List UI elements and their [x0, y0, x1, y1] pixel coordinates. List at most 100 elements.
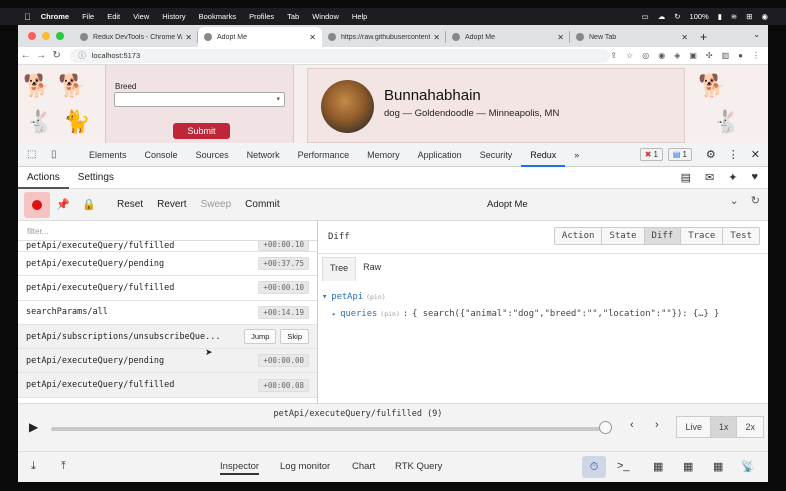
subtab-tree[interactable]: Tree — [322, 257, 357, 281]
tab-actions[interactable]: Actions — [18, 167, 69, 189]
close-devtools-icon[interactable]: ✕ — [751, 148, 760, 161]
pin-icon[interactable]: 📌 — [50, 198, 76, 211]
menu-profiles[interactable]: Profiles — [249, 12, 274, 21]
close-tab-icon[interactable]: ✕ — [557, 33, 564, 42]
live-button[interactable]: Live — [677, 417, 711, 437]
browser-tab-active[interactable]: Adopt Me ✕ — [198, 27, 322, 47]
tree-node-child[interactable]: ▸ queries (pin):{ search({"animal":"dog","… — [322, 305, 768, 322]
layout-bottom-icon[interactable]: ▦ — [683, 460, 693, 473]
play-icon[interactable]: ▶ — [29, 420, 38, 434]
collapsed-caret-icon[interactable]: ▸ — [332, 310, 336, 318]
list-item[interactable]: petApi/executeQuery/fulfilled +00:00.10 — [18, 241, 317, 252]
segment-diff[interactable]: Diff — [644, 228, 682, 244]
slider-handle[interactable] — [599, 421, 613, 434]
submit-button[interactable]: Submit — [173, 123, 230, 139]
menu-tab[interactable]: Tab — [287, 12, 299, 21]
tab-rtk-query[interactable]: RTK Query — [395, 461, 442, 472]
close-tab-icon[interactable]: ✕ — [309, 33, 316, 42]
more-tabs-icon[interactable]: » — [565, 143, 588, 167]
instance-select[interactable]: Adopt Me — [487, 199, 528, 210]
inspect-element-icon[interactable]: ⬚ — [27, 149, 42, 161]
twitter-icon[interactable]: ✦ — [728, 171, 737, 184]
devtools-tab-security[interactable]: Security — [471, 143, 522, 167]
minimize-window-button[interactable] — [42, 32, 50, 40]
tab-settings[interactable]: Settings — [69, 167, 123, 189]
wifi-icon[interactable]: ≋ — [731, 12, 737, 21]
tab-search-icon[interactable]: ⌄ — [753, 30, 760, 39]
heart-icon[interactable]: ♥ — [751, 171, 758, 184]
browser-tab[interactable]: Redux DevTools - Chrome Web...✕ — [74, 27, 198, 47]
devtools-tab-application[interactable]: Application — [409, 143, 471, 167]
browser-tab[interactable]: New Tab ✕ — [570, 27, 694, 47]
layout-left-icon[interactable]: ▦ — [653, 460, 663, 473]
devtools-tab-sources[interactable]: Sources — [187, 143, 238, 167]
breed-select[interactable]: ▾ — [114, 92, 285, 107]
record-button[interactable] — [24, 191, 50, 218]
list-item[interactable]: searchParams/all +00:14.19 — [18, 301, 317, 325]
creative-cloud-icon[interactable]: ☁ — [658, 12, 666, 21]
speed-2x-button[interactable]: 2x — [737, 417, 763, 437]
pin-label[interactable]: (pin) — [366, 293, 386, 301]
devtools-tab-console[interactable]: Console — [136, 143, 187, 167]
device-toolbar-icon[interactable]: ▯ — [51, 149, 66, 161]
speed-1x-button[interactable]: 1x — [710, 417, 738, 437]
skip-button[interactable]: Skip — [280, 329, 309, 345]
bookmark-star-icon[interactable]: ☆ — [626, 51, 633, 60]
menu-help[interactable]: Help — [352, 12, 367, 21]
devtools-tab-performance[interactable]: Performance — [289, 143, 359, 167]
menu-file[interactable]: File — [82, 12, 94, 21]
apple-icon[interactable]:  — [24, 12, 31, 22]
close-tab-icon[interactable]: ✕ — [433, 33, 440, 42]
segment-test[interactable]: Test — [723, 228, 759, 244]
menu-bookmarks[interactable]: Bookmarks — [199, 12, 237, 21]
sync-icon[interactable]: ↻ — [751, 194, 760, 207]
share-icon[interactable]: ⇪ — [610, 51, 617, 60]
segment-trace[interactable]: Trace — [681, 228, 724, 244]
forward-icon[interactable]: → — [33, 50, 48, 61]
info-icon[interactable]: ⓘ — [78, 50, 86, 61]
puzzle-icon[interactable]: ✣ — [706, 51, 713, 60]
message-badge[interactable]: ▤ 1 — [667, 148, 692, 161]
expanded-caret-icon[interactable]: ▾ — [322, 292, 327, 302]
browser-tab[interactable]: https://raw.githubusercontent... ✕ — [322, 27, 446, 47]
close-tab-icon[interactable]: ✕ — [185, 33, 192, 42]
browser-tab[interactable]: Adopt Me ✕ — [446, 27, 570, 47]
import-icon[interactable]: ⤓ — [31, 460, 36, 473]
zoom-window-button[interactable] — [56, 32, 64, 40]
extension-icon[interactable]: ◈ — [674, 51, 680, 60]
menu-view[interactable]: View — [133, 12, 149, 21]
pin-label[interactable]: (pin) — [380, 310, 400, 318]
back-icon[interactable]: ← — [18, 50, 33, 61]
close-tab-icon[interactable]: ✕ — [681, 33, 688, 42]
export-icon[interactable]: ⤒ — [61, 460, 66, 473]
commit-button[interactable]: Commit — [238, 199, 286, 210]
devtools-tab-elements[interactable]: Elements — [80, 143, 136, 167]
list-item[interactable]: petApi/executeQuery/pending +00:00.00 — [18, 349, 317, 374]
segment-action[interactable]: Action — [554, 228, 603, 244]
sweep-button[interactable]: Sweep — [194, 199, 239, 210]
reset-button[interactable]: Reset — [110, 199, 150, 210]
sidepanel-icon[interactable]: ▥ — [722, 51, 730, 60]
tree-node-root[interactable]: ▾ petApi (pin) — [322, 288, 768, 305]
slider-track[interactable] — [51, 427, 611, 431]
list-item[interactable]: petApi/subscriptions/unsubscribeQue... Ju… — [18, 324, 317, 350]
terminal-icon[interactable]: >_ — [617, 460, 630, 472]
sync-icon[interactable]: ↻ — [674, 12, 680, 21]
menu-edit[interactable]: Edit — [107, 12, 120, 21]
url-field[interactable]: ⓘ localhost:5173 — [70, 48, 611, 63]
kebab-menu-icon[interactable]: ⋮ — [752, 51, 760, 60]
extension-icon[interactable]: ◉ — [658, 51, 665, 60]
devtools-tab-network[interactable]: Network — [238, 143, 289, 167]
screen-record-icon[interactable]: ◉ — [761, 12, 768, 21]
remote-icon[interactable]: 📡 — [741, 460, 755, 473]
subtab-raw[interactable]: Raw — [356, 257, 388, 281]
new-tab-button[interactable]: + — [700, 30, 707, 44]
battery-icon[interactable]: ▮ — [718, 12, 722, 21]
jump-button[interactable]: Jump — [244, 329, 277, 345]
list-item[interactable]: petApi/executeQuery/fulfilled +00:00.08 — [18, 373, 317, 398]
devtools-tab-memory[interactable]: Memory — [358, 143, 409, 167]
list-item[interactable]: petApi/executeQuery/pending +00:37.75 — [18, 252, 317, 277]
extension-icon[interactable]: ◎ — [642, 51, 649, 60]
segment-state[interactable]: State — [602, 228, 645, 244]
reload-icon[interactable]: ↻ — [49, 50, 64, 61]
